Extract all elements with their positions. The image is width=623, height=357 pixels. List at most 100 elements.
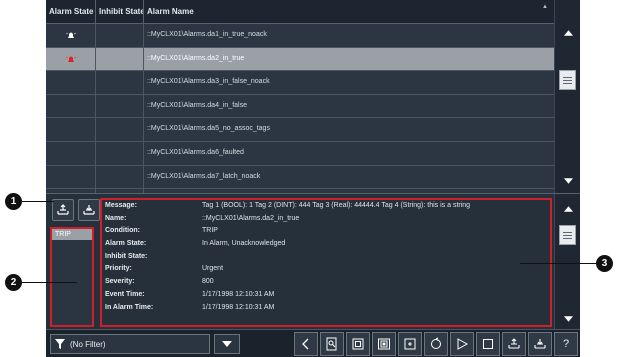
detail-row: Priority: Urgent [102, 263, 550, 276]
alarm-state-cell [46, 165, 96, 189]
reset-latched-button[interactable] [424, 332, 448, 356]
shelve-condition-button[interactable] [52, 199, 74, 221]
column-header-alarm-name[interactable]: Alarm Name [144, 0, 554, 24]
alarm-state-cell [46, 71, 96, 94]
table-row[interactable]: ::MyCLX01\Alarms.da3_in_false_noack [46, 71, 554, 95]
table-row[interactable]: ::MyCLX01\Alarms.da5_no_assoc_tags [46, 118, 554, 142]
inhibit-state-cell [96, 94, 144, 118]
callout-1: 1 [5, 193, 22, 210]
condition-item[interactable]: TRIP [52, 229, 92, 240]
detail-value: 800 [202, 278, 214, 286]
column-header-inhibit-state[interactable]: Inhibit State [96, 0, 144, 24]
detail-row: Event Time: 1/17/1998 12:10:31 AM [102, 289, 550, 302]
table-scrollbar[interactable] [554, 0, 580, 193]
alarm-details-panel: Message: Tag 1 (BOOL): 1 Tag 2 (DINT): 44… [100, 198, 552, 327]
inhibit-state-cell [96, 24, 144, 47]
stop-button[interactable] [476, 332, 500, 356]
bell-red-icon [65, 55, 76, 63]
details-scroll-down-button[interactable] [555, 308, 580, 330]
reset-button[interactable] [398, 332, 422, 356]
table-row[interactable]: ::MyCLX01\Alarms.da2_in_true [46, 47, 554, 72]
inhibit-state-cell [96, 118, 144, 141]
filter-selector[interactable]: (No Filter) [50, 334, 210, 354]
alarm-state-cell [46, 141, 96, 165]
shelve-icon [57, 204, 69, 215]
filter-dropdown-button[interactable] [214, 334, 240, 354]
inhibit-state-cell [96, 141, 144, 165]
details-button[interactable] [320, 332, 344, 356]
details-scrollbar[interactable] [554, 194, 580, 330]
question-mark-icon: ? [562, 338, 570, 350]
detail-value: In Alarm, Unacknowledged [202, 240, 286, 248]
column-header-alarm-state[interactable]: Alarm State [46, 0, 96, 24]
table-header: Alarm State Inhibit State Alarm Name ▲ [46, 0, 554, 24]
detail-label: Event Time: [105, 290, 145, 298]
reset-frame-icon [403, 337, 417, 351]
unshelve-icon [533, 337, 547, 351]
detail-row: Name:::MyCLX01\Alarms.da2_in_true [102, 213, 550, 226]
detail-value: 1/17/1998 12:10:31 AM [202, 290, 275, 298]
check-frame-double-icon [377, 337, 391, 351]
detail-row: Message: Tag 1 (BOOL): 1 Tag 2 (DINT): 44… [102, 200, 550, 213]
bell-outline-icon [65, 31, 76, 39]
alarm-rows: ::MyCLX01\Alarms.da1_in_true_noack::MyCL… [46, 24, 554, 193]
arrow-up-icon [563, 30, 573, 36]
alarm-state-cell [46, 94, 96, 118]
detail-row: Severity: 800 [102, 276, 550, 289]
shelve-icon [507, 337, 521, 351]
alarm-name-cell: ::MyCLX01\Alarms.da5_no_assoc_tags [147, 125, 270, 133]
play-icon [455, 337, 469, 351]
detail-value: TRIP [202, 227, 218, 235]
inhibit-state-cell [96, 71, 144, 94]
arrow-down-icon [563, 316, 573, 322]
run-command-button[interactable] [450, 332, 474, 356]
alarm-name-cell: ::MyCLX01\Alarms.da6_faulted [147, 148, 244, 156]
previous-page-button[interactable] [294, 332, 318, 356]
detail-label: Name: [105, 214, 127, 222]
scroll-up-button[interactable] [555, 22, 580, 44]
details-scroll-up-button[interactable] [555, 198, 580, 220]
callout-3-leader [520, 263, 596, 264]
help-button[interactable]: ? [554, 332, 578, 356]
alarm-name-cell: ::MyCLX01\Alarms.da1_in_true_noack [147, 31, 267, 38]
alarm-summary-screen: Alarm State Inhibit State Alarm Name ▲ :… [46, 0, 580, 357]
stop-square-icon [481, 337, 495, 351]
chevron-left-icon [299, 337, 313, 351]
alarm-name-cell: ::MyCLX01\Alarms.da7_latch_noack [147, 172, 261, 180]
arrow-down-icon [563, 178, 573, 184]
reset-cycle-icon [429, 337, 443, 351]
detail-label: Priority: [105, 265, 132, 273]
condition-buttons [52, 199, 100, 221]
detail-row: In Alarm Time: 1/17/1998 12:10:31 AM [102, 302, 550, 315]
scroll-down-button[interactable] [555, 170, 580, 192]
sort-ascending-icon: ▲ [542, 4, 548, 10]
acknowledge-all-button[interactable] [372, 332, 396, 356]
scroll-thumb[interactable] [559, 70, 576, 90]
alarm-state-cell [46, 24, 96, 47]
detail-value: 1/17/1998 12:10:31 AM [202, 303, 275, 311]
alarm-state-cell [46, 47, 96, 71]
detail-row: Condition: TRIP [102, 225, 550, 238]
table-row[interactable]: ::MyCLX01\Alarms.da1_in_true_noack [46, 24, 554, 48]
magnify-document-icon [325, 337, 339, 351]
unshelve-button[interactable] [528, 332, 552, 356]
detail-label: Alarm State: [105, 240, 147, 248]
detail-label: In Alarm Time: [105, 303, 154, 311]
callout-2: 2 [5, 274, 22, 291]
alarm-name-cell: ::MyCLX01\Alarms.da4_in_false [147, 101, 247, 109]
alarm-detail-area: TRIP Message: Tag 1 (BOOL): 1 Tag 2 (DINT… [46, 193, 580, 330]
filter-label: (No Filter) [70, 339, 106, 349]
table-row[interactable]: ::MyCLX01\Alarms.da4_in_false [46, 94, 554, 119]
unshelve-icon [83, 205, 95, 215]
toolbar-buttons: ? [294, 332, 578, 356]
details-scroll-thumb[interactable] [559, 225, 576, 245]
unshelve-condition-button[interactable] [78, 199, 100, 221]
detail-value: Urgent [202, 265, 224, 273]
detail-row: Alarm State: In Alarm, Unacknowledged [102, 238, 550, 251]
shelve-button[interactable] [502, 332, 526, 356]
callout-2-leader [22, 282, 77, 283]
arrow-up-icon [563, 206, 573, 212]
acknowledge-button[interactable] [346, 332, 370, 356]
table-row[interactable]: ::MyCLX01\Alarms.da6_faulted [46, 141, 554, 166]
table-row[interactable]: ::MyCLX01\Alarms.da7_latch_noack [46, 165, 554, 190]
